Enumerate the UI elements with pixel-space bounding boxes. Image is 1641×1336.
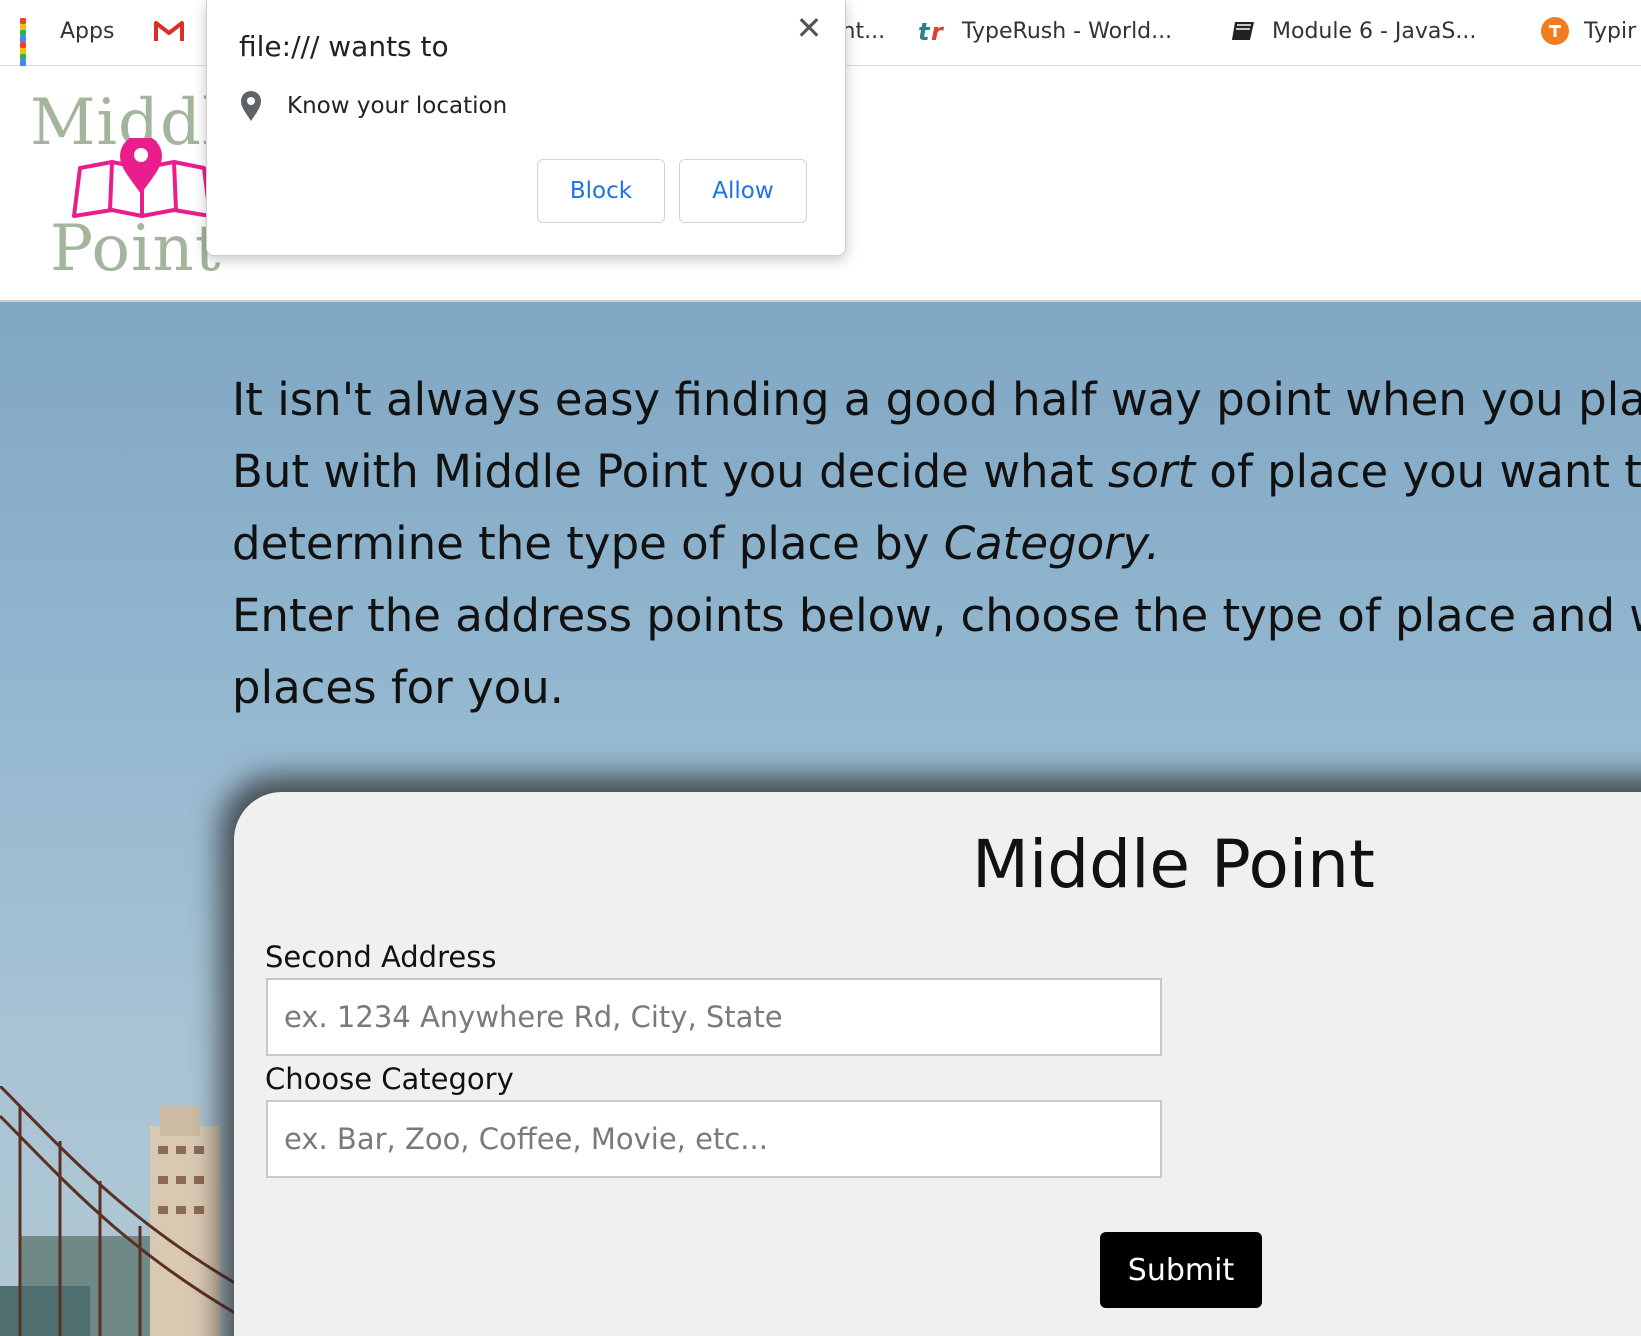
typerush-icon: t r: [918, 18, 945, 44]
bookmark-label: Module 6 - JavaS...: [1272, 18, 1477, 44]
bookmark-module6[interactable]: Module 6 - JavaS...: [1230, 14, 1476, 48]
submit-button[interactable]: Submit: [1100, 1232, 1262, 1308]
intro-line: Enter the address points below, choose t…: [232, 589, 1641, 642]
form-title: Middle Point: [972, 826, 1375, 903]
bookmark-typing[interactable]: Typir: [1540, 14, 1636, 48]
bookmark-gmail[interactable]: [154, 14, 198, 48]
permission-text: Know your location: [287, 93, 508, 119]
typing-icon: [1541, 17, 1569, 45]
close-icon[interactable]: ✕: [791, 10, 827, 46]
intro-line: But with Middle Point you decide what so…: [232, 445, 1641, 498]
intro-line: determine the type of place by Category.: [232, 517, 1161, 570]
permission-row: Know your location: [239, 88, 507, 124]
category-input[interactable]: [266, 1100, 1162, 1178]
bookmark-typerush[interactable]: t r TypeRush - World...: [918, 14, 1172, 48]
gmail-icon: [154, 21, 184, 41]
second-address-input[interactable]: [266, 978, 1162, 1056]
bookmark-label: Typir: [1584, 18, 1637, 44]
category-label: Choose Category: [265, 1062, 514, 1096]
svg-text:t: t: [918, 18, 931, 44]
svg-text:r: r: [931, 18, 945, 44]
hero-section: It isn't always easy finding a good half…: [0, 302, 1641, 1336]
logo-text-bottom: Point: [50, 212, 222, 286]
bookmark-apps[interactable]: Apps: [20, 14, 115, 72]
intro-line: places for you.: [232, 661, 564, 714]
location-pin-icon: [241, 91, 261, 121]
popup-title: file:/// wants to: [239, 30, 449, 63]
book-icon: [1232, 22, 1254, 40]
second-address-label: Second Address: [265, 940, 497, 974]
apps-grid-icon: [20, 18, 46, 72]
block-button[interactable]: Block: [537, 159, 665, 223]
intro-line: It isn't always easy finding a good half…: [232, 373, 1641, 426]
search-form-card: Middle Point Second Address Choose Categ…: [234, 792, 1641, 1336]
city-background-image: [0, 1086, 240, 1336]
location-permission-popup: file:/// wants to ✕ Know your location B…: [206, 0, 846, 256]
allow-button[interactable]: Allow: [679, 159, 807, 223]
bookmark-label: TypeRush - World...: [962, 18, 1173, 44]
bookmark-label: Apps: [60, 18, 115, 44]
intro-text: It isn't always easy finding a good half…: [232, 364, 1641, 724]
